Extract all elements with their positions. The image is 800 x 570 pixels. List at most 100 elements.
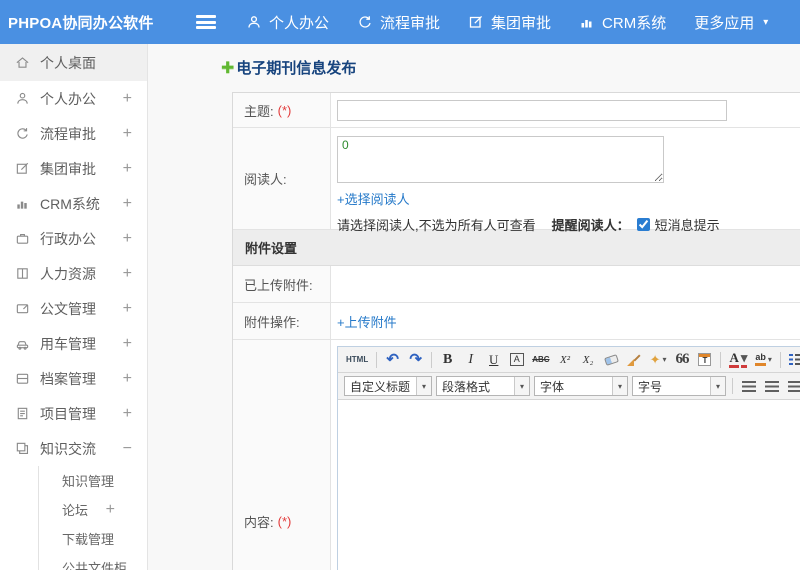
topnav-item-workflow-approval[interactable]: 流程审批 <box>357 12 440 33</box>
expand-icon[interactable]: + <box>123 230 132 248</box>
ordered-list-button[interactable]: ▾ <box>786 349 800 370</box>
sidebar-item-document-mgmt[interactable]: 公文管理 + <box>0 291 147 326</box>
sidebar-item-admin-office[interactable]: 行政办公 + <box>0 221 147 256</box>
font-family-select[interactable]: 字体 ▾ <box>534 376 628 396</box>
sidebar-item-archive-mgmt[interactable]: 档案管理 + <box>0 361 147 396</box>
sms-remind-checkbox[interactable] <box>636 218 650 231</box>
caret-down-icon: ▾ <box>763 16 769 28</box>
sms-remind-label: 短消息提示 <box>654 218 720 233</box>
paste-text-button[interactable]: T <box>694 349 715 370</box>
sidebar-item-project-mgmt[interactable]: 项目管理 + <box>0 396 147 431</box>
align-left-button[interactable] <box>738 376 759 397</box>
sidebar: 个人桌面 个人办公 + 流程审批 + 集团审批 + CRM系统 + 行政办公 +… <box>0 44 148 570</box>
expand-icon[interactable]: + <box>123 335 132 353</box>
html-source-button[interactable]: HTML <box>343 349 371 370</box>
sidebar-item-label: 集团审批 <box>40 160 96 177</box>
expand-icon[interactable]: + <box>106 501 115 519</box>
layers-icon <box>16 442 29 455</box>
highlight-button[interactable]: ab ▾ <box>752 349 775 370</box>
attachment-section-header: 附件设置 <box>233 230 800 266</box>
publish-form: 主题: (*) 阅读人: 0 +选择阅读人 请选择阅读人,不选为所有人可查看 提… <box>232 92 800 570</box>
expand-icon[interactable]: + <box>123 405 132 423</box>
custom-title-select[interactable]: 自定义标题 ▾ <box>344 376 432 396</box>
hamburger-icon[interactable] <box>196 15 216 29</box>
expand-icon[interactable]: + <box>123 195 132 213</box>
undo-button[interactable]: ↶ <box>382 349 403 370</box>
autotypeset-button[interactable]: ✦ ▾ <box>647 349 670 370</box>
font-color-button[interactable]: A ▾ <box>726 349 750 370</box>
paragraph-format-select[interactable]: 段落格式 ▾ <box>436 376 530 396</box>
sidebar-item-group-approval[interactable]: 集团审批 + <box>0 151 147 186</box>
align-center-button[interactable] <box>761 376 782 397</box>
sidebar-item-label: 公文管理 <box>40 300 96 317</box>
underline-button[interactable]: U <box>483 349 504 370</box>
expand-icon[interactable]: + <box>123 370 132 388</box>
italic-button[interactable]: I <box>460 349 481 370</box>
topnav-label: 更多应用 <box>694 14 755 32</box>
editor-toolbar-row-2: 自定义标题 ▾ 段落格式 ▾ 字体 ▾ 字号 ▾ <box>338 373 800 400</box>
topnav-item-crm[interactable]: CRM系统 <box>579 12 666 33</box>
subject-input[interactable] <box>337 99 727 121</box>
expand-icon[interactable]: + <box>123 265 132 283</box>
font-size-select[interactable]: 字号 ▾ <box>632 376 726 396</box>
superscript-button[interactable]: X² <box>555 349 576 370</box>
sidebar-item-personal-desktop[interactable]: 个人桌面 <box>0 44 147 81</box>
sidebar-item-hr[interactable]: 人力资源 + <box>0 256 147 291</box>
select-readers-link[interactable]: +选择阅读人 <box>337 189 410 208</box>
strikethrough-button[interactable]: ABC <box>529 349 552 370</box>
topnav-item-personal-office[interactable]: 个人办公 <box>246 12 329 33</box>
redo-button[interactable]: ↷ <box>405 349 426 370</box>
expand-icon[interactable]: + <box>123 300 132 318</box>
expand-icon[interactable]: + <box>123 125 132 143</box>
sidebar-subitem-forum[interactable]: 论坛 + <box>39 495 147 524</box>
readers-textarea[interactable]: 0 <box>337 136 664 183</box>
sidebar-subitem-download-mgmt[interactable]: 下载管理 <box>39 524 147 553</box>
edit-icon <box>16 162 29 174</box>
blockquote-button[interactable]: 66 <box>671 349 692 370</box>
sidebar-subitem-label: 下载管理 <box>62 532 115 547</box>
caret-down-icon: ▾ <box>416 377 431 395</box>
caret-down-icon: ▾ <box>710 377 725 395</box>
align-center-icon <box>764 380 779 392</box>
top-nav: 个人办公 流程审批 集团审批 CRM系统 更多应用 ▾ <box>246 12 768 33</box>
bar-chart-icon <box>581 20 592 28</box>
editor-content-area[interactable] <box>338 400 800 570</box>
sidebar-item-label: 行政办公 <box>40 230 96 247</box>
redo-icon: ↷ <box>409 351 422 368</box>
sidebar-item-workflow-approval[interactable]: 流程审批 + <box>0 116 147 151</box>
topnav-item-group-approval[interactable]: 集团审批 <box>468 12 551 33</box>
align-right-button[interactable] <box>784 376 800 397</box>
subscript-button[interactable]: X₂ <box>578 349 599 370</box>
eraser-button[interactable] <box>601 349 622 370</box>
page-title: ✚ 电子期刊信息发布 <box>221 57 800 78</box>
rich-text-editor: HTML ↶ ↷ B I U A ABC X² X₂ ✦ ▾ 66 T A ▾ … <box>337 346 800 570</box>
upload-attachment-link[interactable]: +上传附件 <box>337 312 397 331</box>
sidebar-subitem-public-file-cabinet[interactable]: 公共文件柜 <box>39 553 147 570</box>
edit-icon <box>469 15 483 28</box>
collapse-icon[interactable]: − <box>123 440 132 458</box>
sidebar-subitem-label: 论坛 <box>62 503 89 518</box>
format-brush-button[interactable] <box>624 349 645 370</box>
expand-icon[interactable]: + <box>123 160 132 178</box>
topnav-item-more-apps[interactable]: 更多应用 ▾ <box>694 12 768 33</box>
topnav-label: 流程审批 <box>380 14 441 32</box>
user-icon <box>248 16 260 28</box>
expand-icon[interactable]: + <box>123 90 132 108</box>
archive-icon <box>16 373 29 384</box>
sidebar-item-crm[interactable]: CRM系统 + <box>0 186 147 221</box>
apply-style-button[interactable]: A <box>506 349 527 370</box>
sidebar-item-label: 档案管理 <box>40 370 96 387</box>
uploaded-attachments-label: 已上传附件: <box>233 266 331 302</box>
sidebar-item-label: 流程审批 <box>40 125 96 142</box>
readers-row: 阅读人: 0 +选择阅读人 请选择阅读人,不选为所有人可查看 提醒阅读人： 短消… <box>233 128 800 233</box>
marker-icon: ab <box>755 353 766 366</box>
bold-button[interactable]: B <box>437 349 458 370</box>
required-mark: (*) <box>277 102 292 118</box>
caret-down-icon: ▾ <box>612 377 627 395</box>
sidebar-item-personal-office[interactable]: 个人办公 + <box>0 81 147 116</box>
sidebar-item-knowledge-exchange[interactable]: 知识交流 − <box>0 431 147 466</box>
sidebar-item-vehicle-mgmt[interactable]: 用车管理 + <box>0 326 147 361</box>
content-label: 内容: (*) <box>233 340 331 570</box>
sidebar-subitem-knowledge-mgmt[interactable]: 知识管理 <box>39 466 147 495</box>
sidebar-item-label: 知识交流 <box>40 440 96 457</box>
